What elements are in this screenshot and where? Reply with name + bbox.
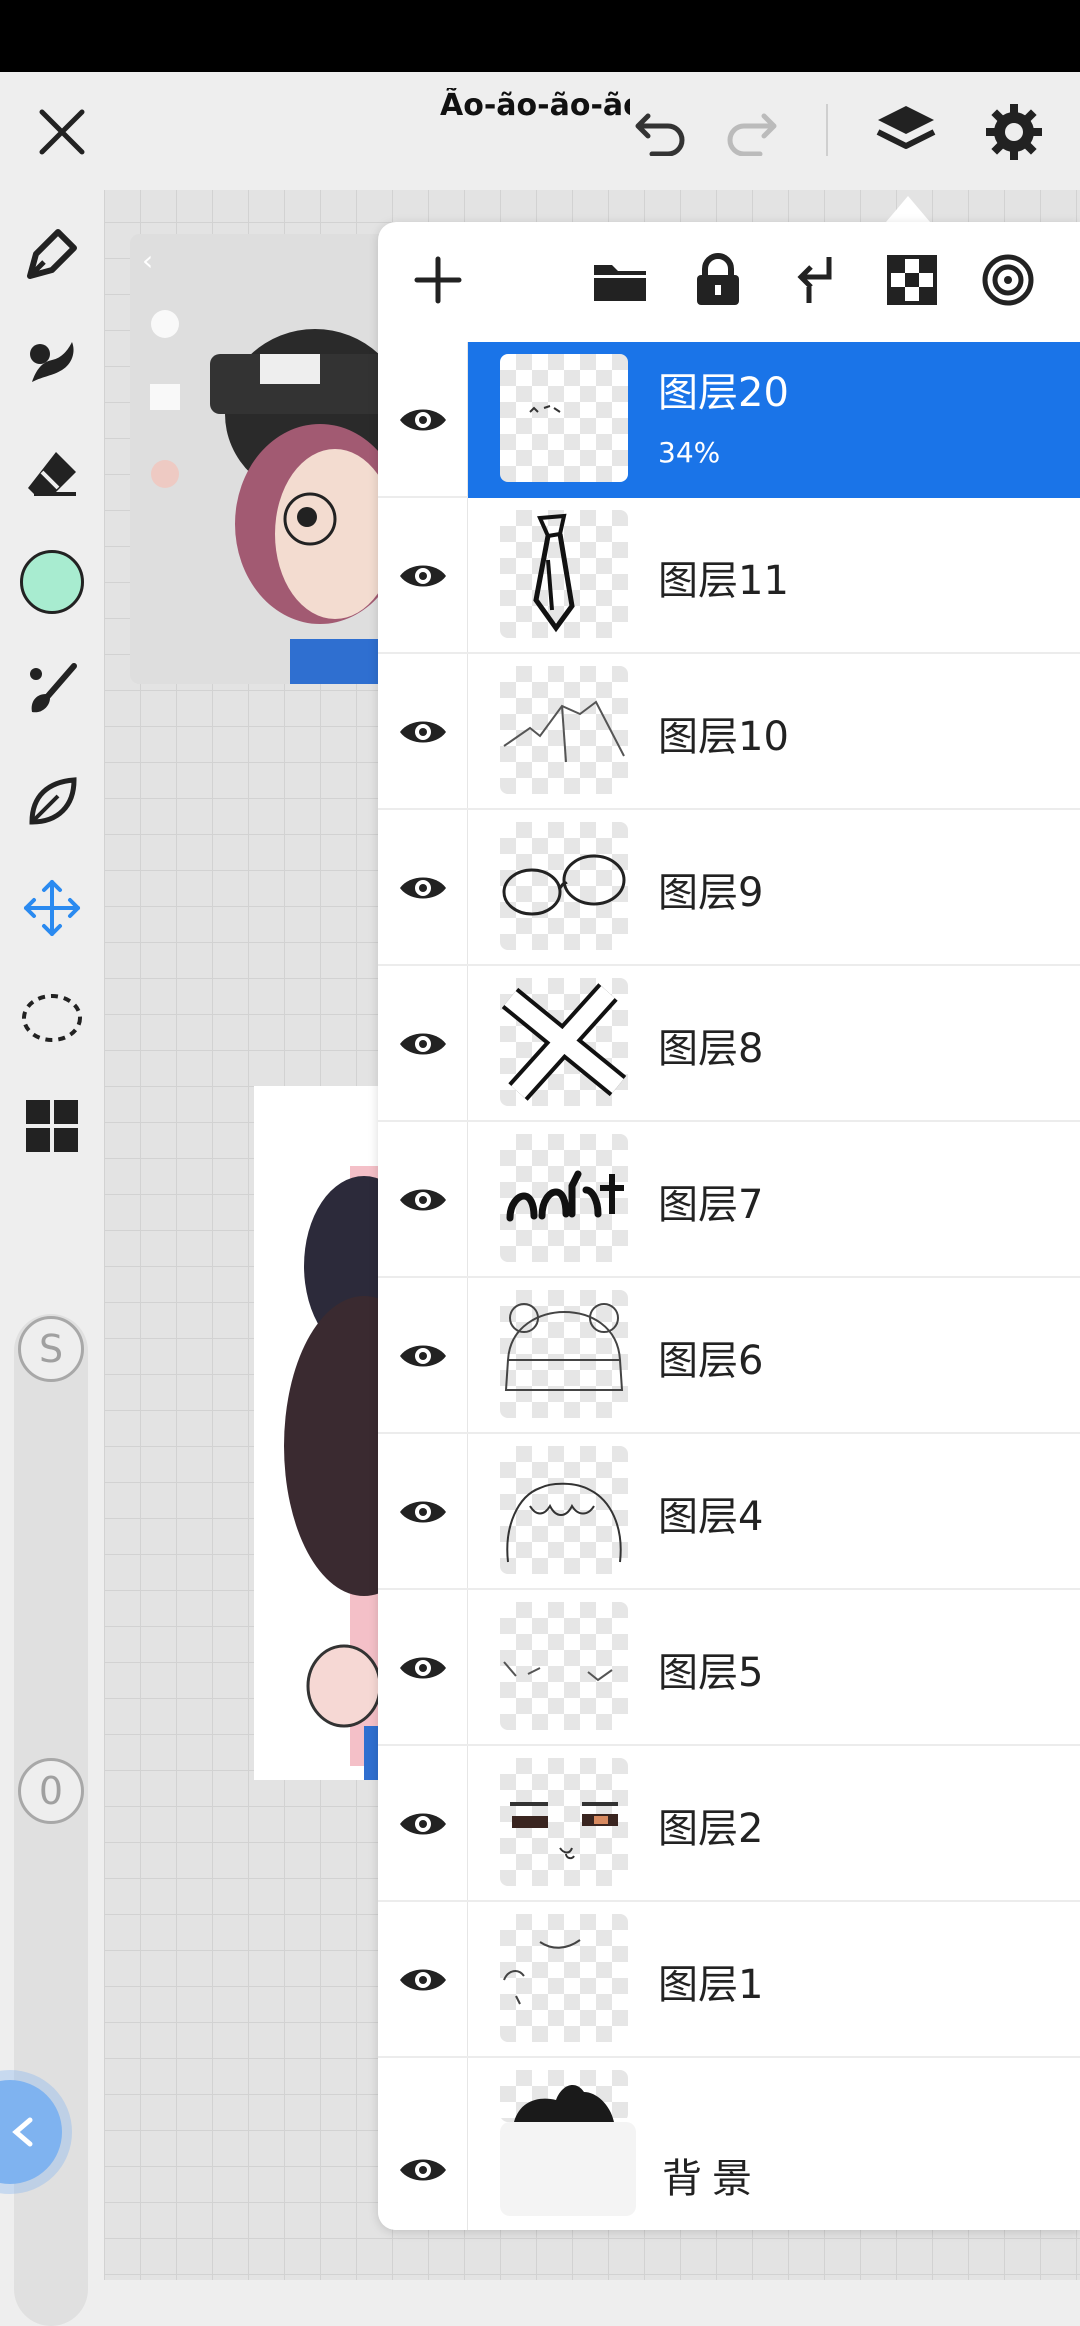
gear-icon[interactable] bbox=[972, 90, 1056, 174]
layer-row[interactable]: 图层2 bbox=[378, 1746, 1080, 1902]
eye-icon[interactable] bbox=[394, 1434, 452, 1590]
layer-thumbnail bbox=[500, 510, 628, 638]
opacity-label: 0 bbox=[38, 1769, 64, 1813]
layer-row[interactable]: 图层11 bbox=[378, 498, 1080, 654]
reference-window[interactable]: ‹ bbox=[130, 234, 390, 684]
chevron-left-icon bbox=[12, 2117, 33, 2147]
layer-main[interactable] bbox=[468, 2058, 1080, 2122]
brush-opacity-slider[interactable]: 0 bbox=[14, 1756, 88, 2326]
layer-name: 图层10 bbox=[658, 714, 789, 760]
layer-main[interactable]: 图层9 bbox=[468, 810, 1080, 966]
layer-name: 图层8 bbox=[658, 1026, 764, 1072]
background-layer-name: 背景 bbox=[662, 2156, 762, 2202]
layer-row[interactable]: 图层4 bbox=[378, 1434, 1080, 1590]
pen-icon[interactable] bbox=[12, 214, 92, 294]
layer-thumbnail bbox=[500, 1758, 628, 1886]
merge-down-icon[interactable] bbox=[776, 240, 856, 320]
layer-thumbnail bbox=[500, 1290, 628, 1418]
background-layer-row[interactable]: 背景 bbox=[378, 2110, 1080, 2230]
status-bar bbox=[0, 0, 1080, 72]
layer-main[interactable]: 图层4 bbox=[468, 1434, 1080, 1590]
layer-name: 图层7 bbox=[658, 1182, 764, 1228]
panel-pointer bbox=[886, 196, 930, 222]
layers-panel: 图层20 34% 图层11 图层10 图层9 图层8 图层7 图层6 图层4 图… bbox=[378, 222, 1080, 2230]
layer-thumbnail bbox=[500, 1914, 628, 2042]
eye-icon[interactable] bbox=[394, 1278, 452, 1434]
layer-main[interactable]: 图层2 bbox=[468, 1746, 1080, 1902]
layer-main[interactable]: 图层8 bbox=[468, 966, 1080, 1122]
layer-thumbnail bbox=[500, 978, 628, 1106]
toolbar-divider bbox=[826, 104, 828, 156]
eye-icon[interactable] bbox=[394, 1590, 452, 1746]
document-title: Ão-ão-ão-ão bbox=[440, 88, 630, 123]
brush-opacity-knob[interactable]: 0 bbox=[18, 1758, 84, 1824]
layer-name: 图层20 bbox=[658, 370, 789, 416]
layer-opacity: 34% bbox=[658, 436, 721, 469]
layer-main[interactable]: 图层10 bbox=[468, 654, 1080, 810]
layer-thumbnail bbox=[500, 354, 628, 482]
layer-row[interactable]: 图层9 bbox=[378, 810, 1080, 966]
layer-row[interactable]: 图层5 bbox=[378, 1590, 1080, 1746]
lasso-icon[interactable] bbox=[12, 980, 92, 1060]
close-icon[interactable] bbox=[22, 92, 102, 172]
reference-image: ‹ bbox=[130, 234, 390, 684]
layer-thumbnail bbox=[500, 822, 628, 950]
eye-icon[interactable] bbox=[394, 654, 452, 810]
svg-text:‹: ‹ bbox=[142, 244, 153, 277]
layers-toolbar bbox=[378, 222, 1080, 342]
layer-thumbnail bbox=[500, 1134, 628, 1262]
eye-icon[interactable] bbox=[394, 1122, 452, 1278]
layer-row[interactable]: 图层20 34% bbox=[378, 342, 1080, 498]
target-icon[interactable] bbox=[968, 240, 1048, 320]
layer-name: 图层4 bbox=[658, 1494, 764, 1540]
layer-main[interactable]: 图层5 bbox=[468, 1590, 1080, 1746]
left-toolbar: S 0 bbox=[0, 190, 104, 2326]
eye-icon[interactable] bbox=[394, 498, 452, 654]
layer-thumbnail bbox=[500, 1602, 628, 1730]
alpha-icon[interactable] bbox=[872, 240, 952, 320]
canvas-artwork bbox=[254, 1086, 394, 1780]
grid-icon[interactable] bbox=[12, 1086, 92, 1166]
eye-icon[interactable] bbox=[394, 1902, 452, 2058]
layer-name: 图层6 bbox=[658, 1338, 764, 1384]
background-thumbnail bbox=[500, 2122, 636, 2216]
eye-icon[interactable] bbox=[394, 966, 452, 1122]
layer-main[interactable]: 图层6 bbox=[468, 1278, 1080, 1434]
layer-thumbnail bbox=[500, 666, 628, 794]
layer-row[interactable]: 图层10 bbox=[378, 654, 1080, 810]
smudge-icon[interactable] bbox=[12, 322, 92, 402]
eye-icon[interactable] bbox=[394, 1746, 452, 1902]
layer-name: 图层1 bbox=[658, 1962, 764, 2008]
move-icon[interactable] bbox=[12, 868, 92, 948]
layer-name: 图层5 bbox=[658, 1650, 764, 1696]
folder-icon[interactable] bbox=[580, 240, 660, 320]
add-layer-icon[interactable] bbox=[398, 240, 478, 320]
brush-size-knob[interactable]: S bbox=[18, 1316, 84, 1382]
layer-name: 图层9 bbox=[658, 870, 764, 916]
eye-icon[interactable] bbox=[394, 810, 452, 966]
layer-row[interactable]: 图层1 bbox=[378, 1902, 1080, 2058]
undo-icon[interactable] bbox=[620, 92, 700, 172]
layer-main[interactable]: 图层1 bbox=[468, 1902, 1080, 2058]
layer-row[interactable]: 图层7 bbox=[378, 1122, 1080, 1278]
layer-main[interactable]: 图层11 bbox=[468, 498, 1080, 654]
size-label: S bbox=[38, 1327, 64, 1371]
layer-row[interactable]: 图层6 bbox=[378, 1278, 1080, 1434]
layer-main[interactable]: 图层7 bbox=[468, 1122, 1080, 1278]
color-swatch[interactable] bbox=[12, 542, 92, 622]
layer-name: 图层11 bbox=[658, 558, 789, 604]
layer-name: 图层2 bbox=[658, 1806, 764, 1852]
layer-main[interactable]: 图层20 34% bbox=[468, 342, 1080, 498]
eye-icon[interactable] bbox=[394, 342, 452, 498]
lock-icon[interactable] bbox=[678, 240, 758, 320]
eraser-icon[interactable] bbox=[12, 434, 92, 514]
layer-row-partial[interactable] bbox=[378, 2058, 1080, 2122]
leaf-icon[interactable] bbox=[12, 762, 92, 842]
layer-row[interactable]: 图层8 bbox=[378, 966, 1080, 1122]
eye-icon[interactable] bbox=[394, 2110, 452, 2230]
layers-icon[interactable] bbox=[864, 90, 948, 174]
redo-icon[interactable] bbox=[712, 92, 792, 172]
brush-icon[interactable] bbox=[12, 650, 92, 730]
layer-thumbnail bbox=[500, 1446, 628, 1574]
